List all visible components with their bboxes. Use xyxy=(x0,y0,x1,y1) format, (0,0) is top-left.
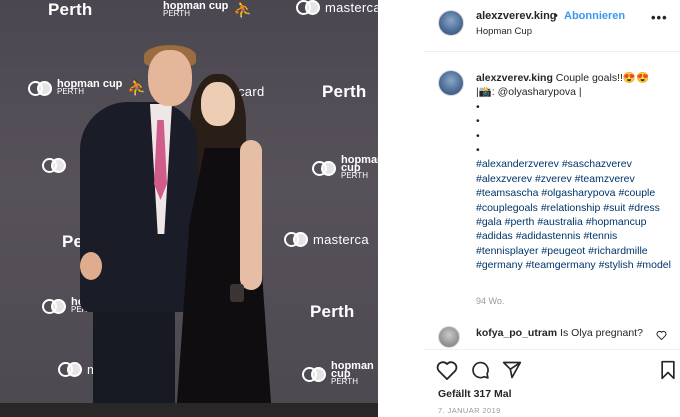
comment-text: Is Olya pregnant? xyxy=(560,327,643,339)
post-photo[interactable]: Perth hopman cupPERTH⛹ mastercard hopman… xyxy=(0,0,378,417)
hashtag-link[interactable]: #tennisplayer xyxy=(476,245,538,257)
more-options-icon[interactable]: ••• xyxy=(651,10,668,25)
hashtag-link[interactable]: #alexanderzverev xyxy=(476,158,559,170)
post-location[interactable]: Hopman Cup xyxy=(476,26,532,37)
follow-button[interactable]: Abonnieren xyxy=(564,10,625,22)
caption-username[interactable]: alexzverev.king xyxy=(476,72,553,84)
hashtag-link[interactable]: #hopmancup xyxy=(586,216,647,228)
hashtag-link[interactable]: #teamgermany xyxy=(526,259,596,271)
backdrop-logo-perth: Perth xyxy=(322,82,367,101)
hashtag-link[interactable]: #zverev xyxy=(535,173,572,185)
caption-bullet: • xyxy=(476,129,480,142)
hashtag-link[interactable]: #saschazverev xyxy=(562,158,632,170)
caption-text: Couple goals!!😍😍 xyxy=(555,72,650,84)
post-side-panel: alexzverev.king • Abonnieren Hopman Cup … xyxy=(378,0,680,417)
profile-avatar[interactable] xyxy=(438,10,464,36)
man-face xyxy=(148,50,192,106)
comment-username[interactable]: kofya_po_utram xyxy=(476,327,557,339)
hashtag-link[interactable]: #model xyxy=(637,259,671,271)
backdrop-logo-perth: Perth xyxy=(310,302,355,321)
hashtag-link[interactable]: #peugeot xyxy=(541,245,585,257)
backdrop-logo-hopman: hopman cupPERTH⛹ xyxy=(302,361,378,386)
hashtag-link[interactable]: #perth xyxy=(505,216,535,228)
post-caption: alexzverev.king Couple goals!!😍😍 |📸: @ol… xyxy=(476,71,678,273)
backdrop-logo-perth: Perth xyxy=(48,0,93,19)
backdrop-logo-hopman: hopman cupPERTH⛹ xyxy=(28,78,147,98)
backdrop-logo-mastercard xyxy=(42,158,66,173)
hashtag-link[interactable]: #germany xyxy=(476,259,523,271)
hashtag-link[interactable]: #relationship xyxy=(541,202,601,214)
comment: kofya_po_utram Is Olya pregnant? xyxy=(476,326,656,348)
caption-bullet: • xyxy=(476,144,480,157)
hashtag-link[interactable]: #olgasharypova xyxy=(541,187,615,199)
backdrop-logo-mastercard: masterca xyxy=(284,232,369,247)
backdrop-logo-mastercard: mastercard xyxy=(296,0,378,15)
hashtag-link[interactable]: #suit xyxy=(603,202,625,214)
heart-icon[interactable] xyxy=(436,360,458,380)
hashtag-list: #alexanderzverev #saschazverev #alexzver… xyxy=(476,158,671,271)
hashtag-link[interactable]: #teamsascha xyxy=(476,187,538,199)
hashtag-link[interactable]: #adidas xyxy=(476,230,513,242)
hashtag-link[interactable]: #tennis xyxy=(583,230,617,242)
hashtag-link[interactable]: #teamzverev xyxy=(575,173,635,185)
carpet-strip xyxy=(0,403,378,417)
caption-age: 94 Wo. xyxy=(476,296,505,306)
header-username[interactable]: alexzverev.king xyxy=(476,10,557,22)
actions-divider xyxy=(424,349,680,350)
header-divider xyxy=(424,51,680,52)
hashtag-link[interactable]: #dress xyxy=(628,202,660,214)
woman-arm xyxy=(240,140,262,290)
commenter-avatar[interactable] xyxy=(438,326,460,348)
send-icon[interactable] xyxy=(501,360,523,380)
caption-bullet: • xyxy=(476,115,480,128)
comment-heart-icon[interactable] xyxy=(656,330,667,340)
caption-bullet: • xyxy=(476,100,480,113)
backdrop-logo-hopman: hopman cupPERTH⛹ xyxy=(312,155,378,180)
man-hand xyxy=(80,252,102,280)
hashtag-link[interactable]: #couplegoals xyxy=(476,202,538,214)
caption-credit: |📸: @olyasharypova | xyxy=(476,86,582,99)
likes-count[interactable]: Gefällt 317 Mal xyxy=(438,388,512,400)
clutch-bag xyxy=(230,284,244,302)
woman-face xyxy=(201,82,235,126)
player-silhouette-icon: ⛹ xyxy=(233,2,254,19)
backdrop-logo-hopman: hopman cupPERTH⛹ xyxy=(163,0,254,20)
player-silhouette-icon: ⛹ xyxy=(127,80,148,97)
comment-icon[interactable] xyxy=(469,360,491,380)
hashtag-link[interactable]: #alexzverev xyxy=(476,173,532,185)
post-date: 7. JANUAR 2019 xyxy=(438,406,501,415)
hashtag-link[interactable]: #gala xyxy=(476,216,502,228)
bookmark-icon[interactable] xyxy=(659,360,677,380)
hashtag-link[interactable]: #australia xyxy=(537,216,583,228)
hashtag-link[interactable]: #richardmille xyxy=(588,245,648,257)
hashtag-link[interactable]: #couple xyxy=(618,187,655,199)
hashtag-link[interactable]: #stylish xyxy=(599,259,634,271)
man-suit-jacket xyxy=(80,102,198,312)
caption-avatar[interactable] xyxy=(438,70,464,96)
hashtag-link[interactable]: #adidastennis xyxy=(516,230,581,242)
header-separator: • xyxy=(554,10,558,22)
